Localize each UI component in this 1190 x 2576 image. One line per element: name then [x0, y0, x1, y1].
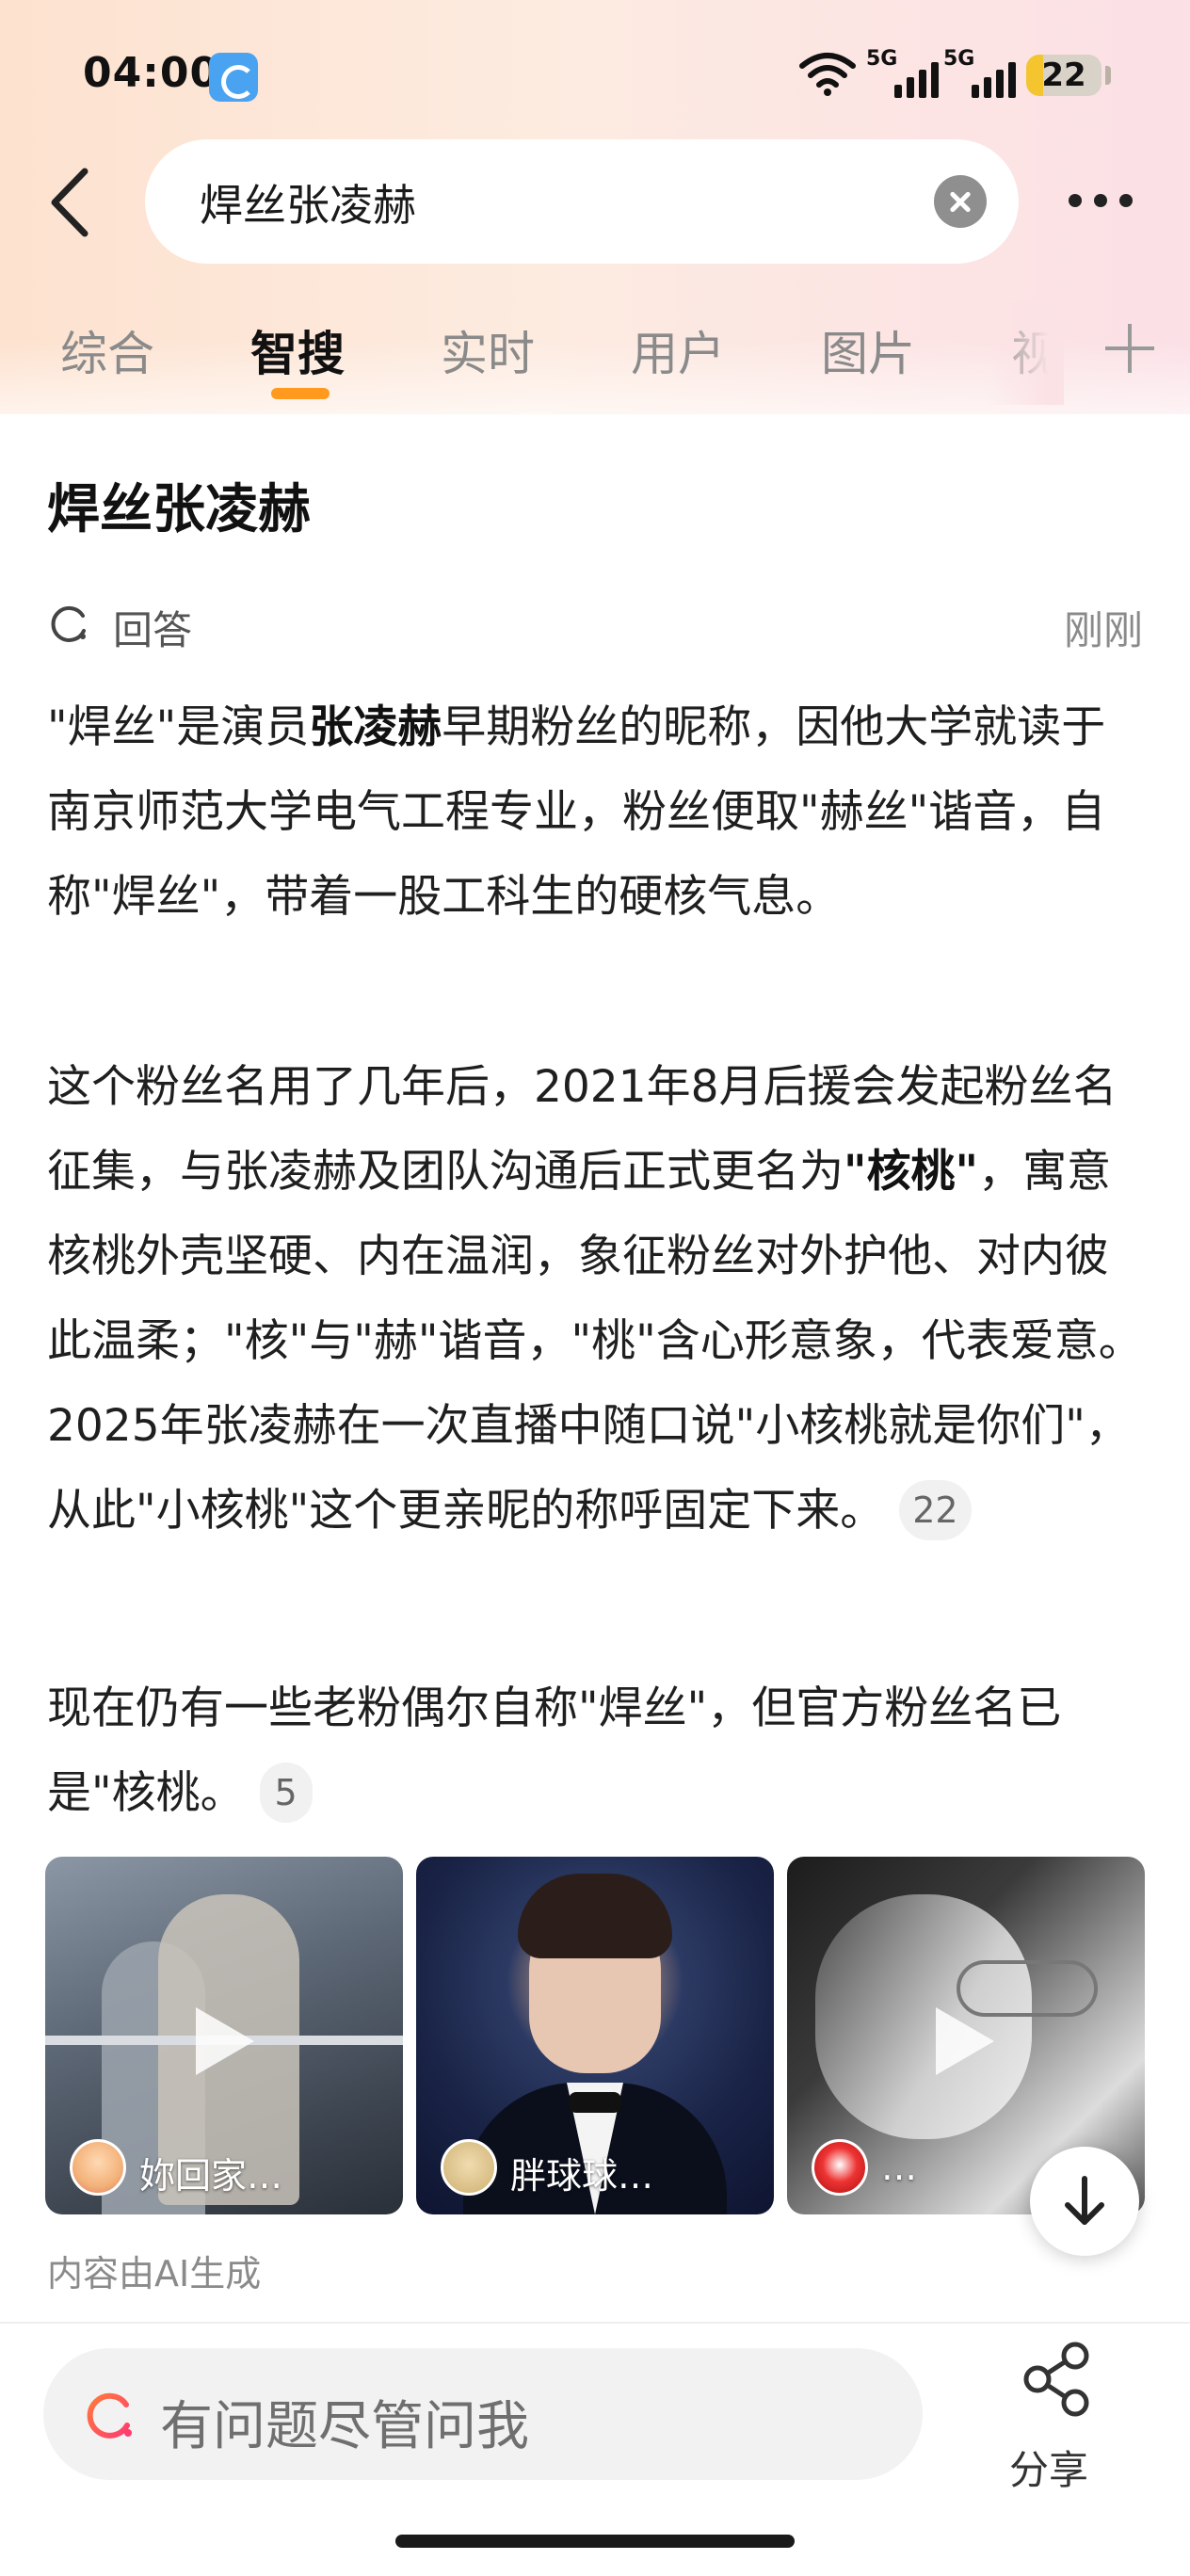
- result-title: 焊丝张凌赫: [47, 479, 311, 540]
- ai-search-icon: [87, 2392, 132, 2439]
- answer-paragraph-3: 现在仍有一些老粉偶尔自称"焊丝"，但官方粉丝名已是"核桃。 5: [47, 1666, 1149, 1836]
- citation-badge[interactable]: 22: [899, 1479, 972, 1540]
- play-icon: [196, 2007, 254, 2075]
- avatar: [441, 2139, 497, 2196]
- scroll-down-button[interactable]: [1030, 2147, 1139, 2256]
- play-icon: [936, 2007, 994, 2075]
- answer-label: 回答: [113, 607, 193, 653]
- active-tab-indicator: [271, 388, 330, 399]
- signal-2-label: 5G: [943, 47, 975, 71]
- para2-text-b: ，寓意核桃外壳坚硬、内在温润，象征粉丝对外护他、对内彼此温柔；"核"与"赫"谐音…: [47, 1146, 1143, 1537]
- thumbnail-bowtie: [569, 2092, 621, 2113]
- status-bar: 04:00 5G 5G 22: [0, 0, 1190, 141]
- tab-smart-search[interactable]: 智搜: [250, 316, 345, 384]
- tabs-fade: [989, 301, 1064, 405]
- bottom-divider: [0, 2322, 1190, 2324]
- tab-comprehensive[interactable]: 综合: [60, 316, 154, 384]
- battery-tip: [1105, 66, 1111, 85]
- para1-bold: 张凌赫: [309, 701, 442, 753]
- wifi-icon: [799, 53, 856, 96]
- answer-header: 回答 刚刚: [47, 595, 1143, 653]
- answer-paragraph-2: 这个粉丝名用了几年后，2021年8月后援会发起粉丝名征集，与张凌赫及团队沟通后正…: [47, 1045, 1149, 1554]
- search-input[interactable]: 焊丝张凌赫: [145, 139, 1019, 264]
- ask-placeholder: 有问题尽管问我: [160, 2396, 529, 2457]
- thumbnail-hair: [518, 1874, 672, 1958]
- tab-images[interactable]: 图片: [821, 316, 915, 384]
- citation-badge[interactable]: 5: [259, 1762, 313, 1823]
- tab-realtime[interactable]: 实时: [441, 316, 535, 384]
- search-tabs: 综合 智搜 实时 用户 图片 视: [0, 301, 1190, 405]
- arrow-down-icon: [1065, 2176, 1104, 2225]
- cell-signal-2-icon: 5G: [943, 47, 1037, 98]
- status-time: 04:00: [83, 49, 220, 97]
- tab-users[interactable]: 用户: [631, 316, 725, 384]
- video-thumbnail[interactable]: 胖球球…: [416, 1857, 774, 2214]
- share-button[interactable]: 分享: [998, 2339, 1120, 2499]
- refresh-answer-icon: [51, 605, 86, 642]
- answer-paragraph-1: "焊丝"是演员张凌赫早期粉丝的昵称，因他大学就读于南京师范大学电气工程专业，粉丝…: [47, 685, 1149, 940]
- signal-1-label: 5G: [866, 47, 898, 71]
- video-thumbnail[interactable]: 妳回家…: [45, 1857, 403, 2214]
- share-icon: [1023, 2342, 1089, 2417]
- para1-text-a: "焊丝"是演员: [47, 701, 310, 753]
- thumbnail-face: [815, 1894, 1032, 2139]
- back-arrow-icon[interactable]: [38, 160, 104, 245]
- para3-text: 现在仍有一些老粉偶尔自称"焊丝"，但官方粉丝名已是"核桃。: [47, 1682, 1062, 1819]
- avatar: [70, 2139, 126, 2196]
- avatar: [812, 2139, 868, 2196]
- add-tab-icon[interactable]: [1100, 318, 1160, 378]
- video-author-name: 胖球球…: [510, 2155, 654, 2197]
- ask-input[interactable]: 有问题尽管问我: [43, 2348, 923, 2480]
- battery-icon: 22: [1026, 55, 1102, 96]
- app-notification-icon: [209, 53, 258, 102]
- video-author-name: 妳回家…: [139, 2155, 283, 2197]
- battery-level: 22: [1041, 56, 1086, 94]
- home-indicator: [395, 2535, 795, 2548]
- more-options-icon[interactable]: [1058, 179, 1143, 222]
- para2-bold: "核桃": [844, 1146, 978, 1198]
- search-query-text[interactable]: 焊丝张凌赫: [200, 171, 416, 233]
- ai-generated-note: 内容由AI生成: [47, 2253, 262, 2294]
- clear-search-icon[interactable]: [934, 175, 987, 228]
- video-thumbnails: 妳回家… 胖球球… …: [45, 1857, 1145, 2214]
- share-label: 分享: [1009, 2447, 1089, 2493]
- answer-timestamp: 刚刚: [1063, 607, 1143, 653]
